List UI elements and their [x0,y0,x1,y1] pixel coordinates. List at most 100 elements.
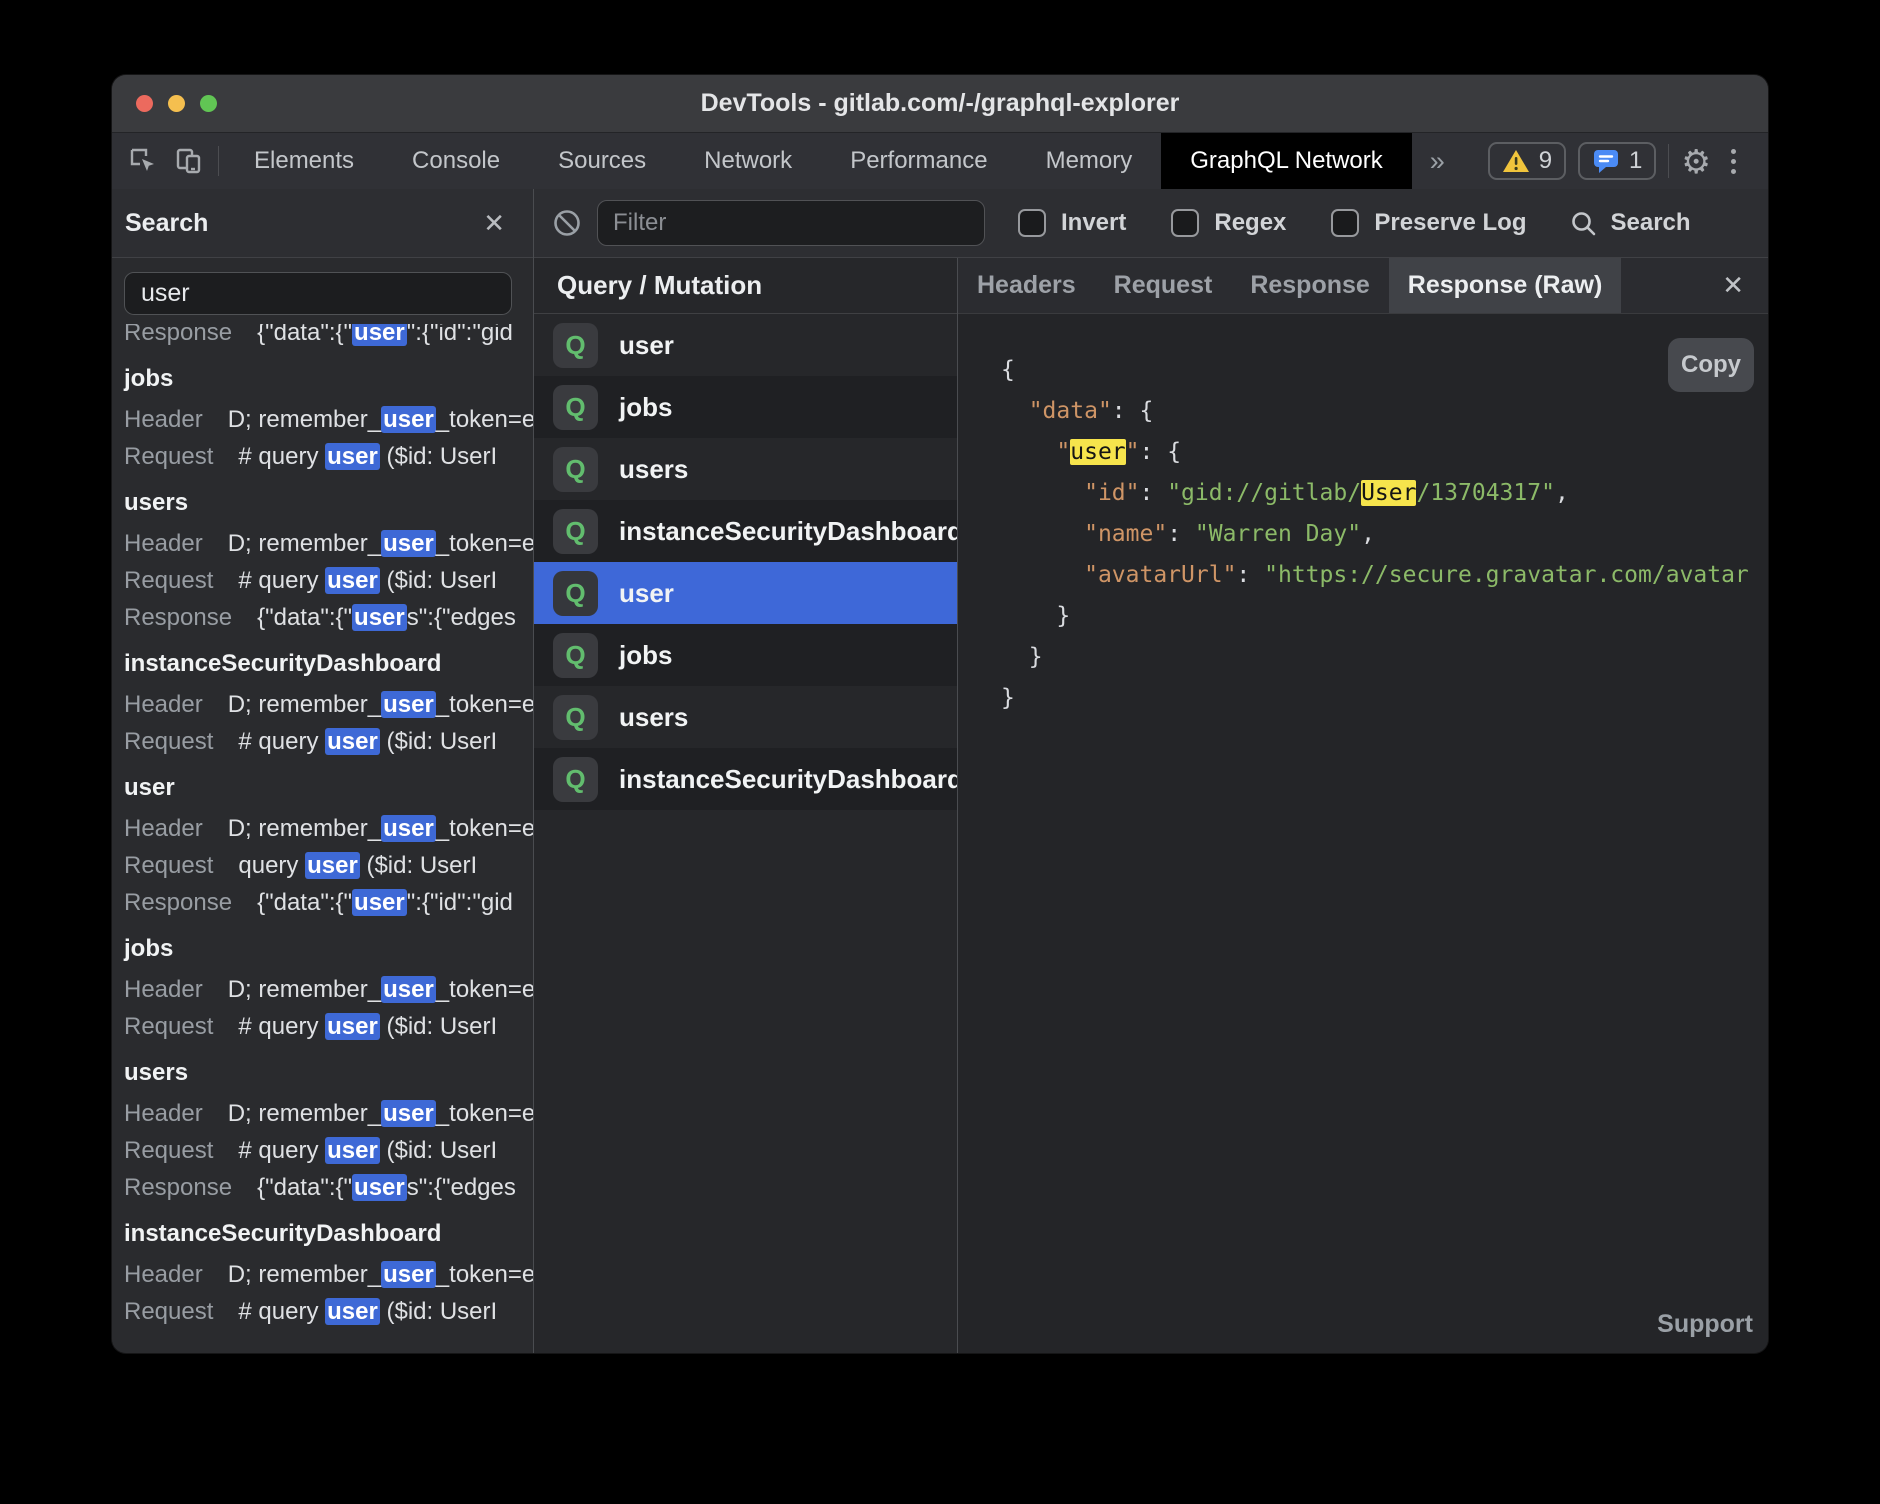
block-icon[interactable] [553,209,581,237]
checkbox-regex[interactable]: Regex [1171,209,1286,237]
result-section-heading[interactable]: users [124,1054,533,1091]
result-line-label: Response [124,604,232,631]
warnings-badge[interactable]: 9 [1488,142,1566,180]
response-close-icon[interactable]: ✕ [1698,258,1768,313]
search-result-line[interactable]: HeaderD; remember_user_token=e [124,525,533,562]
response-tab-response[interactable]: Response [1231,258,1388,313]
search-result-line[interactable]: Request# query user ($id: UserI [124,1008,533,1045]
devtools-window: DevTools - gitlab.com/-/graphql-explorer [112,75,1768,1353]
title-bar: DevTools - gitlab.com/-/graphql-explorer [112,75,1768,133]
response-content: Copy { "data": { "user": { "id": "gid://… [958,314,1768,1353]
search-result-line[interactable]: Request# query user ($id: UserI [124,1293,533,1330]
close-window-button[interactable] [136,95,153,112]
tab-performance[interactable]: Performance [821,133,1016,189]
toolbar-search[interactable]: Search [1570,209,1690,237]
query-type-icon: Q [553,571,598,616]
query-list: QuserQjobsQusersQinstanceSecurityDashboa… [534,314,957,1353]
filter-input[interactable] [597,200,985,246]
search-result-line[interactable]: HeaderD; remember_user_token=e [124,1256,533,1293]
json-line: } [1001,637,1768,678]
query-list-header: Query / Mutation [534,258,957,314]
result-section-heading[interactable]: instanceSecurityDashboard [124,645,533,682]
result-section-heading[interactable]: jobs [124,930,533,967]
search-result-line[interactable]: HeaderD; remember_user_token=e [124,1095,533,1132]
query-row-label: instanceSecurityDashboard [619,764,957,795]
badge-separator [1668,144,1669,178]
search-result-line[interactable]: Requestquery user ($id: UserI [124,847,533,884]
inspect-element-icon[interactable] [128,146,158,176]
match-highlight: user [325,443,380,470]
query-row-users[interactable]: Qusers [534,438,957,500]
search-panel-title: Search [125,209,208,238]
response-tabs: HeadersRequestResponseResponse (Raw) ✕ [958,258,1768,314]
match-highlight: user [352,1174,407,1201]
toolbar-search-label: Search [1610,209,1690,237]
search-result-line[interactable]: HeaderD; remember_user_token=e [124,810,533,847]
result-line-label: Request [124,1298,213,1325]
support-link[interactable]: Support [1657,1310,1753,1339]
result-line-label: Header [124,976,203,1003]
minimize-window-button[interactable] [168,95,185,112]
kebab-menu-icon[interactable] [1723,149,1744,174]
query-type-icon: Q [553,385,598,430]
search-result-line[interactable]: Request# query user ($id: UserI [124,438,533,475]
response-panel: HeadersRequestResponseResponse (Raw) ✕ Co… [958,258,1768,1353]
match-highlight: user [325,1137,380,1164]
search-result-line[interactable]: Response{"data":{"users":{"edges [124,599,533,636]
query-row-user[interactable]: Quser [534,314,957,376]
query-row-jobs[interactable]: Qjobs [534,376,957,438]
result-line-label: Request [124,852,213,879]
zoom-window-button[interactable] [200,95,217,112]
result-section-heading[interactable]: user [124,769,533,806]
query-row-instanceSecurityDashboard[interactable]: QinstanceSecurityDashboard [534,748,957,810]
search-result-line[interactable]: HeaderD; remember_user_token=e [124,401,533,438]
response-tab-headers[interactable]: Headers [958,258,1095,313]
query-type-icon: Q [553,695,598,740]
search-result-line[interactable]: Response{"data":{"user":{"id":"gid [124,324,533,351]
search-result-line[interactable]: Request# query user ($id: UserI [124,1132,533,1169]
search-result-line[interactable]: HeaderD; remember_user_token=e [124,686,533,723]
checkbox-preserve-log[interactable]: Preserve Log [1331,209,1526,237]
settings-gear-icon[interactable]: ⚙ [1681,145,1711,178]
toolbar-icons [112,133,212,189]
query-row-jobs[interactable]: Qjobs [534,624,957,686]
tab-network[interactable]: Network [675,133,821,189]
checkbox-icon [1018,209,1046,237]
response-tab-request[interactable]: Request [1095,258,1232,313]
search-result-line[interactable]: HeaderD; remember_user_token=e [124,971,533,1008]
messages-badge[interactable]: 1 [1578,142,1656,180]
search-input[interactable] [124,272,512,315]
result-section-heading[interactable]: instanceSecurityDashboard [124,1215,533,1252]
result-line-label: Request [124,728,213,755]
tab-memory[interactable]: Memory [1017,133,1162,189]
tab-sources[interactable]: Sources [529,133,675,189]
device-toolbar-icon[interactable] [174,146,204,176]
query-row-label: instanceSecurityDashboard [619,516,957,547]
toolbar-separator [218,146,219,176]
match-highlight: user [381,1100,436,1127]
match-highlight: user [352,324,407,346]
search-result-line[interactable]: Response{"data":{"user":{"id":"gid [124,884,533,921]
search-close-icon[interactable]: ✕ [475,208,513,239]
search-result-line[interactable]: Request# query user ($id: UserI [124,562,533,599]
query-row-users[interactable]: Qusers [534,686,957,748]
more-tabs-chevron-icon[interactable]: » [1412,133,1463,189]
search-result-line[interactable]: Response{"data":{"users":{"edges [124,1169,533,1206]
response-tab-response-raw[interactable]: Response (Raw) [1389,258,1621,313]
tab-graphql-network[interactable]: GraphQL Network [1161,133,1412,189]
query-row-instanceSecurityDashboard[interactable]: QinstanceSecurityDashboard [534,500,957,562]
window-title: DevTools - gitlab.com/-/graphql-explorer [701,89,1180,118]
match-highlight: user [381,815,436,842]
result-section-heading[interactable]: users [124,484,533,521]
query-type-icon: Q [553,757,598,802]
tab-console[interactable]: Console [383,133,529,189]
toolbar-right: 9 1 ⚙ [1488,133,1768,189]
query-row-user[interactable]: Quser [534,562,957,624]
search-result-line[interactable]: Request# query user ($id: UserI [124,723,533,760]
checkbox-invert[interactable]: Invert [1018,209,1126,237]
query-type-icon: Q [553,633,598,678]
tab-elements[interactable]: Elements [225,133,383,189]
result-section-heading[interactable]: jobs [124,360,533,397]
json-line: "name": "Warren Day", [1001,514,1768,555]
match-highlight: user [1070,439,1125,465]
